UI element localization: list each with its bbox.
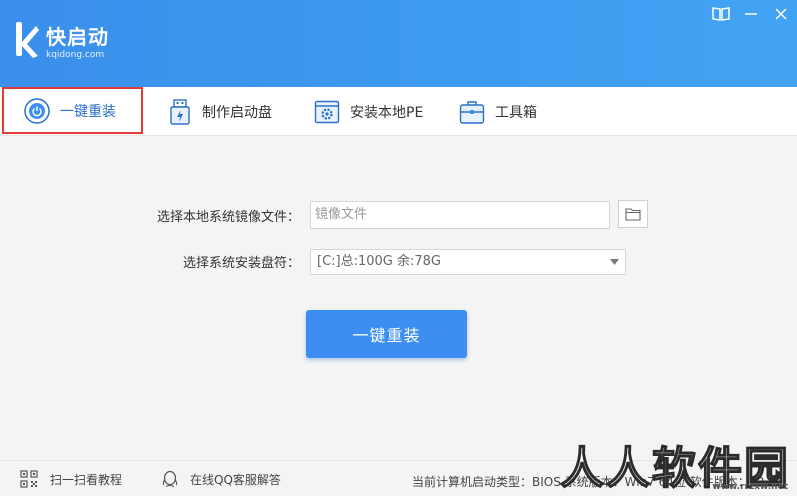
tab-toolbox[interactable]: 工具箱 [459,87,537,136]
install-drive-value: [C:]总:100G 余:78G [317,254,441,269]
logo-k-icon [16,22,39,58]
status-bar: 扫一扫看教程 在线QQ客服解答 当前计算机启动类型：BIOS 系统版本：Win7… [0,460,797,496]
scan-tutorial-link[interactable]: 扫一扫看教程 [20,470,122,488]
tab-make-boot-disk[interactable]: 制作启动盘 [168,87,272,136]
image-file-label: 选择本地系统镜像文件： [156,210,300,225]
app-domain: kqidong.com [46,50,105,60]
tab-install-local-pe[interactable]: 安装本地PE [314,87,423,136]
usb-icon [170,98,190,125]
online-support-link[interactable]: 在线QQ客服解答 [162,470,281,488]
minimize-icon[interactable] [741,4,761,24]
app-logo: 快启动 kqidong.com [14,20,109,61]
power-icon [24,97,50,124]
main-tabbar: 一键重装 制作启动盘 安装本地PE 工具箱 [0,87,797,136]
tab-label: 工具箱 [495,104,537,121]
folder-icon [625,208,641,221]
boot-type-status: 当前计算机启动类型：BIOS 系统版本：Win7 64位 软件版本：v2.0 [412,475,776,489]
scan-tutorial-text: 扫一扫看教程 [50,472,123,487]
title-bar: 快启动 kqidong.com [0,0,797,87]
close-icon[interactable] [771,4,791,24]
install-drive-label: 选择系统安装盘符： [182,256,300,271]
gear-window-icon [314,100,340,123]
chevron-down-icon [610,259,619,265]
tab-label: 制作启动盘 [202,104,272,121]
tab-one-key-reinstall[interactable]: 一键重装 [2,87,143,134]
toolbox-icon [459,100,485,124]
tab-label: 安装本地PE [350,104,424,121]
app-name: 快启动 [46,25,109,49]
browse-folder-button[interactable] [618,200,648,228]
install-drive-select[interactable]: [C:]总:100G 余:78G [310,249,626,275]
tab-label: 一键重装 [60,103,116,120]
image-file-input[interactable]: 镜像文件 [310,201,610,229]
online-support-text: 在线QQ客服解答 [190,472,281,487]
book-icon[interactable] [711,4,731,24]
qr-code-icon [20,470,38,488]
one-key-reinstall-button[interactable]: 一键重装 [306,310,467,358]
qq-penguin-icon [162,470,178,487]
